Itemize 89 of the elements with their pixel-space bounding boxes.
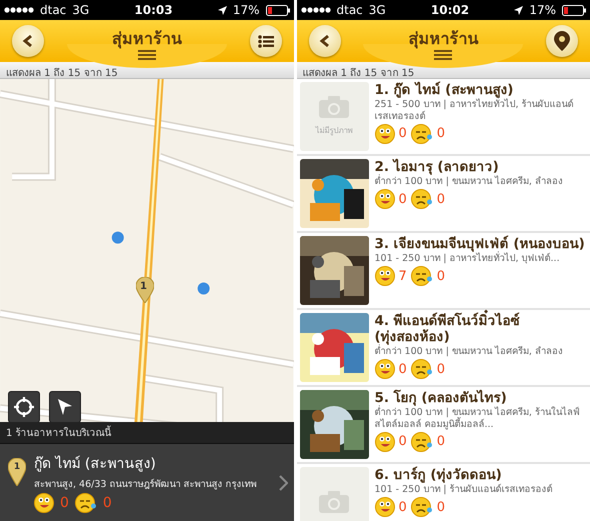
yummy-face-icon [374,359,394,380]
back-button[interactable] [308,25,340,57]
battery-icon [266,4,290,16]
sad-face-icon [74,493,97,513]
restaurant-details: 251 - 500 บาท | อาหารไทยทั่วไป, ร้านผับแอนด์เรสเทอรองต์ [374,99,575,123]
sad-face-icon [410,189,433,210]
camera-icon [319,96,349,118]
restaurant-details: ต่ำกว่า 100 บาท | ขนมหวาน ไอศครีม, ร้านในไลฟ์สไตล์มอลล์ คอมมูนิตี้มอลล์... [374,407,581,431]
chevron-right-icon [278,474,288,490]
restaurant-row[interactable]: 2. ไอมารุ (ลาดยาว) ต่ำกว่า 100 บาท | ขนมหวาน ไอศครีม, ลำลอง 0 0 [296,156,590,233]
map-pin-icon [554,31,570,51]
yummy-face-icon [34,493,54,513]
restaurant-row[interactable]: 6. บาร์กู (ทุ่งวัดดอน) 101 - 250 บาท | ร้านผับแอนด์เรสเทอรองต์ 0 0 [296,464,590,521]
signal-icon [4,7,34,13]
screen-title: สุ่มหาร้าน [112,28,182,50]
cursor-arrow-icon [57,398,73,416]
no-photo-caption: ไม่มีรูปภาพ [316,125,352,137]
yummy-face-icon [374,432,394,452]
like-count: 0 [398,192,407,207]
restaurant-name: 2. ไอมารุ (ลาดยาว) [374,159,500,175]
carrier-name: dtac [336,3,363,17]
network-type: 3G [368,3,386,17]
marker-number: 1 [140,281,147,292]
clock-time: 10:02 [430,3,470,17]
location-arrow-icon [218,6,227,14]
place-card[interactable]: 1 กู๊ด ไทม์ (สะพานสูง) สะพานสูง, 46/33 ถนนราษฎร์พัฒนา สะพานสูง กรุงเทพ 0 0 [0,444,294,521]
list-icon [258,34,274,48]
restaurant-row[interactable]: 3. เจียงขนมจีนบุฟเฟ่ต์ (หนองบอน) 101 - 250 บาท | อาหารไทยทั่วไป, บุฟเฟ่ต์... 7 0 [296,233,590,310]
restaurant-name: 5. โยกุ (คลองตันไทร) [374,390,508,406]
locate-button[interactable] [8,391,40,423]
restaurant-details: 101 - 250 บาท | อาหารไทยทั่วไป, บุฟเฟ่ต์... [374,253,561,266]
like-count: 0 [398,500,407,515]
camera-icon [319,490,349,512]
restaurant-details: 101 - 250 บาท | ร้านผับแอนด์เรสเทอรองต์ [374,484,554,496]
dislike-count: 0 [436,192,446,207]
list-view-button[interactable] [250,25,282,57]
sad-face-icon [410,266,433,286]
place-pin-icon [8,458,26,486]
nearby-count-bar: 1 ร้านอาหารในบริเวณนี้ [0,422,294,444]
place-address: สะพานสูง, 46/33 ถนนราษฎร์พัฒนา สะพานสูง กรุงเทพ [34,478,258,491]
dislike-count: 0 [436,500,446,515]
battery-icon [562,4,586,16]
menu-icon[interactable] [138,50,156,60]
sad-face-icon [410,124,433,144]
carrier-name: dtac [40,3,66,17]
dislike-count: 0 [436,434,446,450]
restaurant-name: 3. เจียงขนมจีนบุฟเฟ่ต์ (หนองบอน) [374,236,586,252]
like-count: 0 [398,362,407,377]
result-summary: แสดงผล 1 ถึง 15 จาก 15 [0,62,294,79]
like-count: 0 [398,126,407,142]
map-marker-icon [136,277,154,303]
like-count: 7 [398,268,407,284]
battery-percent: 17% [232,3,260,17]
signal-icon [300,7,330,13]
like-count: 0 [60,495,69,511]
restaurant-name: 6. บาร์กู (ทุ่งวัดดอน) [374,467,503,484]
result-summary: แสดงผล 1 ถึง 15 จาก 15 [296,62,590,79]
sad-face-icon [410,497,433,518]
back-button[interactable] [12,25,44,57]
location-arrow-icon [514,6,524,14]
restaurant-details: ต่ำกว่า 100 บาท | ขนมหวาน ไอศครีม, ลำลอง [374,346,564,358]
crosshair-icon [14,397,34,417]
yummy-face-icon [374,189,394,210]
pin-number: 1 [12,462,22,472]
sad-face-icon [410,359,433,380]
dislike-count: 0 [436,268,446,284]
restaurant-row[interactable]: ไม่มีรูปภาพ 1. กู๊ด ไทม์ (สะพานสูง) 251 - 500 บาท | อาหารไทยทั่วไป, ร้านผับแอนด์เรสเทอรองต์ 0 0 [296,79,590,156]
chevron-left-icon [318,34,332,48]
yummy-face-icon [374,497,394,518]
place-name: กู๊ด ไทม์ (สะพานสูง) [34,454,157,474]
restaurant-name: 1. กู๊ด ไทม์ (สะพานสูง) [374,82,514,98]
dislike-count: 0 [436,362,446,377]
yummy-face-icon [374,266,394,286]
restaurant-details: ต่ำกว่า 100 บาท | ขนมหวาน ไอศครีม, ลำลอง [374,176,564,188]
menu-icon[interactable] [434,50,452,60]
navigate-button[interactable] [49,391,81,423]
dislike-count: 0 [436,126,446,142]
screen-title: สุ่มหาร้าน [408,28,478,50]
battery-percent: 17% [529,3,556,17]
chevron-left-icon [21,34,35,48]
restaurant-row[interactable]: 4. พีแอนด์พีสโนว์มิ๋วไอซ์ (ทุ่งสองห้อง) ต่ำกว่า 100 บาท | ขนมหวาน ไอศครีม, ลำลอง 0 0 [296,310,590,387]
network-type: 3G [72,3,90,17]
yummy-face-icon [374,124,394,144]
restaurant-row[interactable]: 5. โยกุ (คลองตันไทร) ต่ำกว่า 100 บาท | ขนมหวาน ไอศครีม, ร้านในไลฟ์สไตล์มอลล์ คอมมูนิตี้มอลล์... 0 0 [296,387,590,464]
sad-face-icon [410,432,433,452]
dislike-count: 0 [102,495,112,511]
map-view-button[interactable] [546,25,578,57]
clock-time: 10:03 [133,3,174,17]
like-count: 0 [398,434,407,450]
